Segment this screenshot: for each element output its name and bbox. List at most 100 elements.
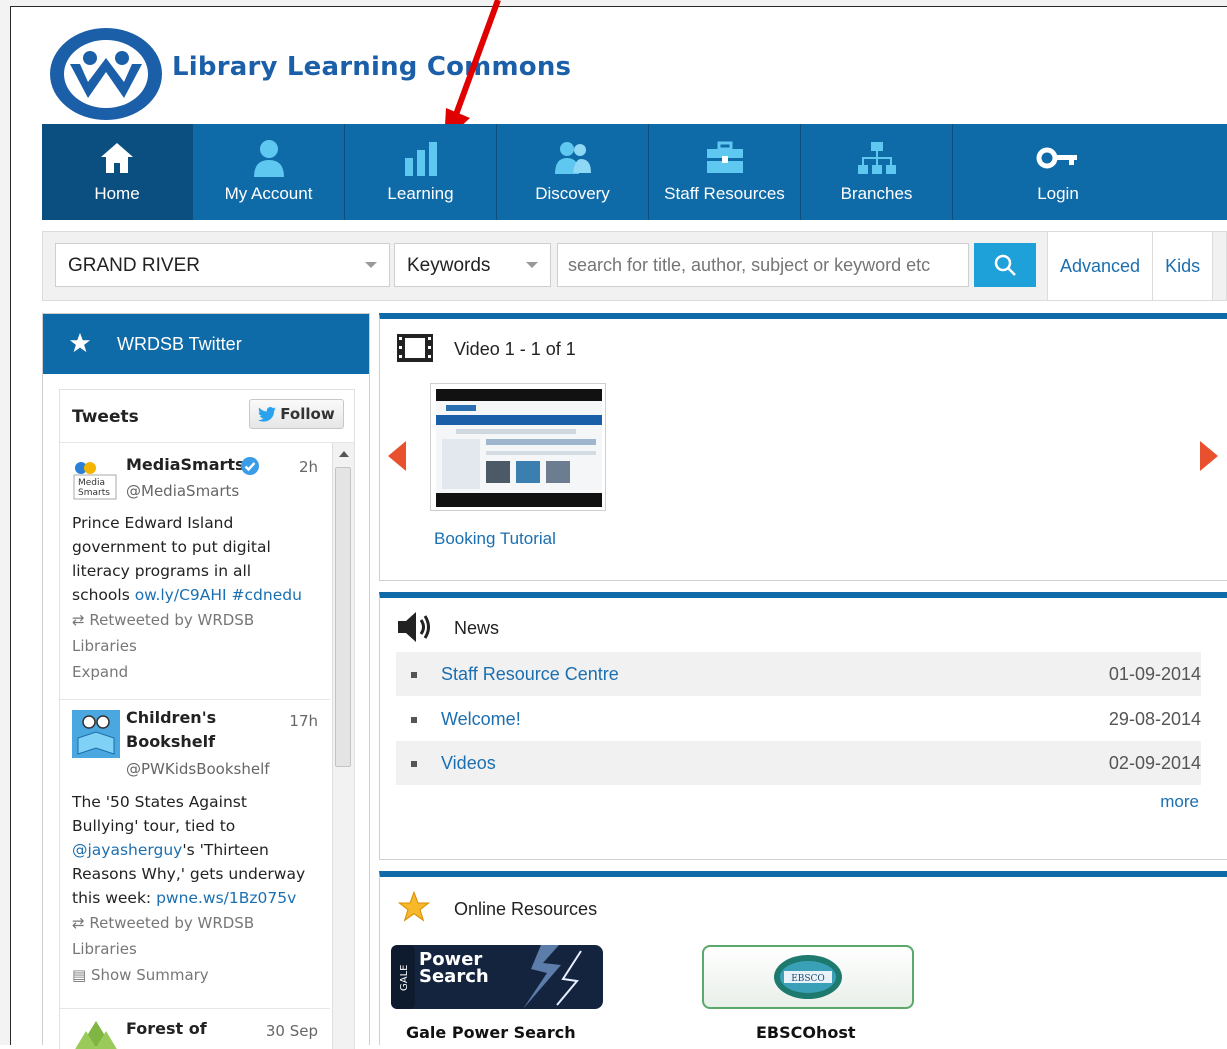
twitter-widget: Tweets Follow Media Smarts MediaSmarts 2h… [59, 389, 355, 1049]
branch-select-value: GRAND RIVER [68, 255, 200, 276]
video-thumbnail[interactable] [430, 383, 606, 511]
tweet-text-line: schools ow.ly/C9AHI #cdnedu [72, 583, 322, 607]
tweet-link[interactable]: ow.ly/C9AHI [135, 586, 227, 604]
tweet-text-line: @jayasherguy's 'Thirteen [72, 838, 322, 862]
tweet-item[interactable]: Media Smarts MediaSmarts 2h @MediaSmarts … [60, 443, 330, 700]
video-link[interactable]: Booking Tutorial [434, 529, 556, 549]
tweet-text: Prince Edward Island government to put d… [72, 511, 322, 607]
tweet-author-line: Bookshelf [126, 732, 216, 751]
news-link[interactable]: Videos [441, 753, 496, 774]
nav-label: Login [1037, 184, 1079, 203]
tweet-text-segment: schools [72, 586, 135, 604]
nav-home[interactable]: Home [42, 124, 193, 220]
sitemap-icon [857, 138, 897, 178]
tweet-text-line: literacy programs in all [72, 562, 252, 580]
star-icon [69, 332, 91, 353]
search-input[interactable] [557, 243, 969, 287]
tweet-link[interactable]: pwne.ws/1Bz075v [156, 889, 296, 907]
twitter-panel-title: WRDSB Twitter [117, 334, 242, 354]
nav-label: Branches [840, 184, 913, 203]
mention-link[interactable]: @jayasherguy [72, 841, 182, 859]
scrollbar-thumb[interactable] [335, 467, 351, 767]
tweet-retweet-info: ⇄ Retweeted by WRDSB Libraries ▤ Show Su… [72, 910, 322, 988]
tweet-author[interactable]: Forest of [126, 1017, 207, 1041]
search-field-select[interactable]: Keywords [394, 243, 551, 287]
hashtag-link[interactable]: #cdnedu [227, 586, 302, 604]
branch-select[interactable]: GRAND RIVER [55, 243, 390, 287]
tweet-handle[interactable]: @PWKidsBookshelf [126, 760, 270, 778]
search-button[interactable] [974, 243, 1036, 287]
tweet-time[interactable]: 30 Sep [266, 1022, 318, 1040]
tweet-handle[interactable]: @MediaSmarts [126, 482, 239, 500]
tweet-text-line: Reasons Why,' gets underway [72, 865, 306, 883]
news-item[interactable]: Staff Resource Centre 01-09-2014 [396, 652, 1201, 696]
tweet-text-line: Prince Edward Island [72, 514, 234, 532]
bullet [411, 761, 417, 767]
twitter-widget-header: Tweets Follow [60, 390, 354, 443]
tweet-author[interactable]: Children's Bookshelf [126, 706, 216, 754]
nav-label: Home [94, 184, 140, 203]
news-item[interactable]: Welcome! 29-08-2014 [396, 697, 1201, 741]
gale-power-search-logo[interactable]: GALE Power Search [391, 945, 603, 1009]
tweet-time[interactable]: 2h [299, 458, 318, 476]
nav-branches[interactable]: Branches [801, 124, 953, 220]
retweet-line: ⇄ Retweeted by WRDSB [72, 910, 322, 936]
news-item[interactable]: Videos 02-09-2014 [396, 741, 1201, 785]
news-more-link[interactable]: more [1160, 792, 1199, 812]
tweet-text-segment: 's 'Thirteen [182, 841, 269, 859]
carousel-prev-icon[interactable] [388, 441, 406, 471]
summary-icon: ▤ [72, 966, 91, 984]
ebscohost-logo[interactable]: EBSCO [702, 945, 914, 1009]
show-summary-link[interactable]: ▤ Show Summary [72, 962, 322, 988]
retweet-text: Retweeted by WRDSB [89, 611, 255, 629]
news-panel-title: News [454, 618, 500, 638]
gale-power-search-link[interactable]: Gale Power Search [406, 1023, 576, 1042]
follow-button[interactable]: Follow [249, 399, 344, 429]
expand-link[interactable]: Expand [72, 659, 322, 685]
news-link[interactable]: Welcome! [441, 709, 521, 730]
tweet-item[interactable]: Children's Bookshelf 17h @PWKidsBookshel… [60, 700, 330, 1009]
news-link[interactable]: Staff Resource Centre [441, 664, 619, 685]
bullet [411, 672, 417, 678]
follow-label: Follow [280, 405, 335, 423]
tweet-text-line: this week: pwne.ws/1Bz075v [72, 886, 322, 910]
chevron-down-icon [526, 262, 538, 268]
nav-label: Staff Resources [664, 184, 785, 203]
mediasmarts-avatar: Media Smarts [72, 455, 120, 503]
nav-learning[interactable]: Learning [345, 124, 497, 220]
news-date: 01-09-2014 [1108, 664, 1201, 684]
tweet-text: The '50 States Against Bullying' tour, t… [72, 790, 322, 910]
childrens-bookshelf-avatar [72, 710, 120, 758]
school-board-logo [48, 24, 168, 122]
search-bar: GRAND RIVER Keywords Advanced Kids [42, 231, 1227, 301]
tweet-text-line: Bullying' tour, tied to [72, 817, 236, 835]
nav-staff-resources[interactable]: Staff Resources [649, 124, 801, 220]
nav-label: Discovery [535, 184, 610, 203]
tweets-scrollbar[interactable] [332, 443, 354, 1049]
ebscohost-link[interactable]: EBSCOhost [756, 1023, 856, 1042]
site-title[interactable]: Library Learning Commons [172, 52, 571, 82]
twitter-bird-icon [258, 406, 277, 422]
tweet-text-line: government to put digital [72, 538, 271, 556]
advanced-search-link[interactable]: Advanced [1048, 232, 1154, 300]
tweet-time[interactable]: 17h [289, 712, 318, 730]
retweet-line: ⇄ Retweeted by WRDSB [72, 607, 322, 633]
retweet-text: Retweeted by WRDSB [89, 914, 255, 932]
tweet-retweet-info: ⇄ Retweeted by WRDSB Libraries Expand [72, 607, 322, 685]
nav-login[interactable]: Login [953, 124, 1163, 220]
home-icon [99, 138, 135, 178]
tweet-item[interactable]: Forest of 30 Sep [60, 1009, 330, 1049]
scroll-up-icon[interactable] [339, 451, 349, 457]
svg-text:Media: Media [78, 478, 105, 488]
video-preview-image [436, 389, 602, 507]
tweet-author[interactable]: MediaSmarts [126, 453, 245, 477]
carousel-next-icon[interactable] [1200, 441, 1218, 471]
kids-search-link[interactable]: Kids [1153, 232, 1214, 300]
main-nav: Home My Account Learning Discovery Staff… [42, 124, 1227, 220]
nav-my-account[interactable]: My Account [193, 124, 345, 220]
video-panel: Video 1 - 1 of 1 Booking Tutorial [379, 313, 1227, 581]
retweet-line: Libraries [72, 940, 137, 958]
svg-text:Smarts: Smarts [78, 488, 110, 498]
online-resources-panel: Online Resources GALE Power Search Gale … [379, 871, 1227, 1045]
nav-discovery[interactable]: Discovery [497, 124, 649, 220]
